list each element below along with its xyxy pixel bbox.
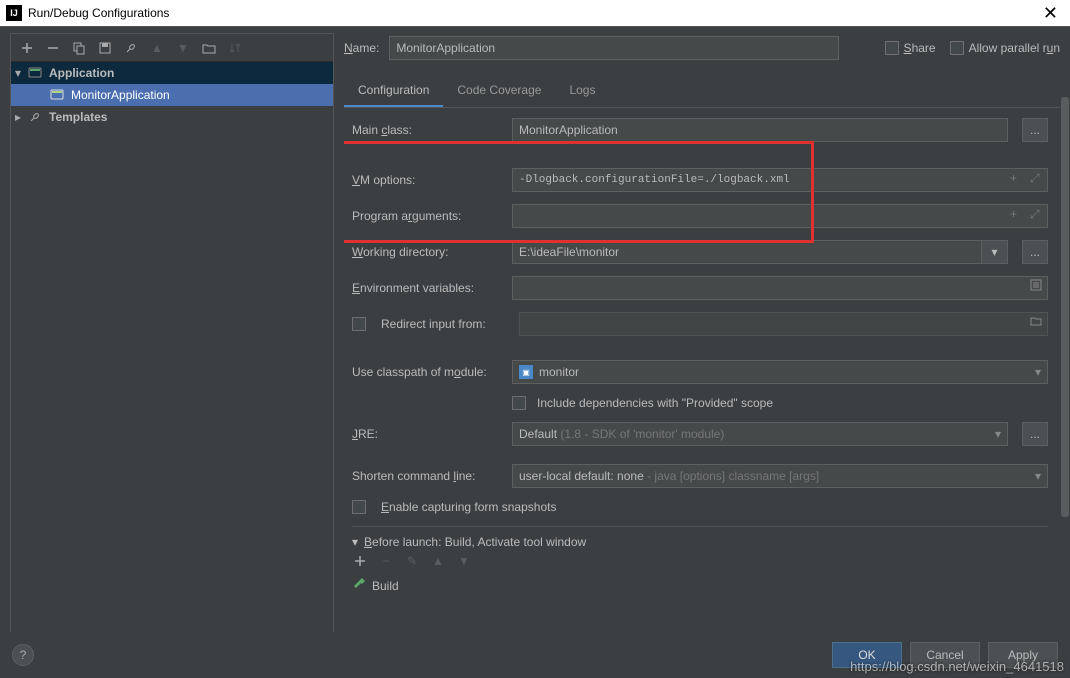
help-button[interactable]: ? — [12, 644, 34, 666]
add-icon[interactable]: + — [1010, 171, 1024, 185]
jre-hint: (1.8 - SDK of 'monitor' module) — [560, 427, 724, 441]
remove-icon: − — [378, 553, 394, 569]
folder-icon[interactable] — [1030, 315, 1044, 329]
chevron-down-icon: ▾ — [1035, 469, 1041, 483]
scrollbar[interactable] — [1060, 97, 1070, 652]
jre-value: Default — [519, 427, 557, 441]
before-launch-header[interactable]: ▾ Before launch: Build, Activate tool wi… — [352, 535, 1048, 549]
tab-logs[interactable]: Logs — [555, 75, 609, 107]
shorten-label: Shorten command line: — [352, 469, 502, 483]
jre-combo[interactable]: Default (1.8 - SDK of 'monitor' module) … — [512, 422, 1008, 446]
shorten-hint: - java [options] classname [args] — [647, 469, 819, 483]
include-provided-label: Include dependencies with "Provided" sco… — [537, 396, 773, 410]
add-icon[interactable] — [19, 40, 35, 56]
config-tree: ▾ Application MonitorApplication ▸ Templ… — [11, 62, 333, 645]
share-checkbox[interactable]: Share — [885, 41, 936, 56]
title-bar: IJ Run/Debug Configurations ✕ — [0, 0, 1070, 26]
add-icon[interactable] — [352, 553, 368, 569]
list-icon[interactable] — [1030, 279, 1044, 293]
add-icon[interactable]: + — [1010, 207, 1024, 221]
window-title: Run/Debug Configurations — [28, 6, 169, 20]
tabs: Configuration Code Coverage Logs — [344, 75, 1060, 108]
tree-label: Application — [49, 66, 114, 80]
close-icon[interactable]: ✕ — [1037, 3, 1064, 24]
tree-toolbar: ▲ ▼ — [11, 34, 333, 62]
app-icon: IJ — [6, 5, 22, 21]
vm-options-input[interactable] — [512, 168, 1048, 192]
config-tree-panel: ▲ ▼ ▾ Application MonitorApplication ▸ T… — [10, 33, 334, 646]
move-down-icon: ▼ — [175, 40, 191, 56]
tree-node-monitor-application[interactable]: MonitorApplication — [11, 84, 333, 106]
env-vars-input[interactable] — [512, 276, 1048, 300]
sort-icon — [227, 40, 243, 56]
move-down-icon: ▼ — [456, 553, 472, 569]
chevron-down-icon: ▾ — [995, 427, 1001, 441]
hammer-icon — [352, 577, 366, 594]
program-args-input[interactable] — [512, 204, 1048, 228]
expand-icon[interactable]: ⤢ — [1030, 171, 1044, 185]
move-up-icon: ▲ — [149, 40, 165, 56]
main-class-label: Main class: — [352, 123, 502, 137]
snapshots-checkbox[interactable] — [352, 500, 366, 514]
shorten-value: user-local default: none — [519, 469, 644, 483]
tree-label: MonitorApplication — [71, 88, 170, 102]
wrench-icon — [27, 109, 43, 125]
browse-jre-button[interactable]: ... — [1022, 422, 1048, 446]
chevron-down-icon: ▾ — [15, 66, 27, 80]
module-icon: ▣ — [519, 365, 533, 379]
working-dir-dropdown[interactable]: ▾ — [982, 240, 1008, 264]
chevron-down-icon: ▾ — [1035, 365, 1041, 379]
redirect-checkbox[interactable] — [352, 317, 366, 331]
chevron-down-icon: ▾ — [352, 535, 358, 549]
name-label: Name: — [344, 41, 379, 55]
copy-icon[interactable] — [71, 40, 87, 56]
build-task[interactable]: Build — [352, 573, 1048, 598]
tree-node-application[interactable]: ▾ Application — [11, 62, 333, 84]
build-label: Build — [372, 579, 399, 593]
shorten-combo[interactable]: user-local default: none - java [options… — [512, 464, 1048, 488]
redirect-input[interactable] — [519, 312, 1048, 336]
vm-options-label: VM options: — [352, 173, 502, 187]
snapshots-label: Enable capturing form snapshots — [381, 500, 556, 514]
redirect-label: Redirect input from: — [381, 317, 509, 331]
module-value: monitor — [539, 365, 579, 379]
tree-node-templates[interactable]: ▸ Templates — [11, 106, 333, 128]
main-class-input[interactable] — [512, 118, 1008, 142]
name-input[interactable] — [389, 36, 839, 60]
program-args-label: Program arguments: — [352, 209, 502, 223]
module-label: Use classpath of module: — [352, 365, 502, 379]
edit-icon: ✎ — [404, 553, 420, 569]
include-provided-checkbox[interactable] — [512, 396, 526, 410]
application-config-icon — [27, 65, 43, 81]
tab-code-coverage[interactable]: Code Coverage — [443, 75, 555, 107]
before-launch-label: Before launch: Build, Activate tool wind… — [364, 535, 586, 549]
tree-label: Templates — [49, 110, 107, 124]
working-dir-input[interactable] — [512, 240, 982, 264]
module-combo[interactable]: ▣ monitor ▾ — [512, 360, 1048, 384]
env-vars-label: Environment variables: — [352, 281, 502, 295]
separator — [352, 526, 1048, 527]
allow-parallel-checkbox[interactable]: Allow parallel run — [950, 41, 1060, 56]
wrench-icon[interactable] — [123, 40, 139, 56]
browse-working-dir-button[interactable]: ... — [1022, 240, 1048, 264]
working-dir-label: Working directory: — [352, 245, 502, 259]
expand-icon[interactable]: ⤢ — [1030, 207, 1044, 221]
watermark: https://blog.csdn.net/weixin_4641518 — [850, 659, 1064, 674]
tab-configuration[interactable]: Configuration — [344, 75, 443, 107]
scroll-thumb[interactable] — [1061, 97, 1069, 517]
jre-label: JRE: — [352, 427, 502, 441]
save-icon[interactable] — [97, 40, 113, 56]
chevron-right-icon: ▸ — [15, 110, 27, 124]
before-launch-toolbar: − ✎ ▲ ▼ — [352, 549, 1048, 573]
application-config-icon — [49, 87, 65, 103]
remove-icon[interactable] — [45, 40, 61, 56]
folder-icon[interactable] — [201, 40, 217, 56]
move-up-icon: ▲ — [430, 553, 446, 569]
browse-main-class-button[interactable]: ... — [1022, 118, 1048, 142]
